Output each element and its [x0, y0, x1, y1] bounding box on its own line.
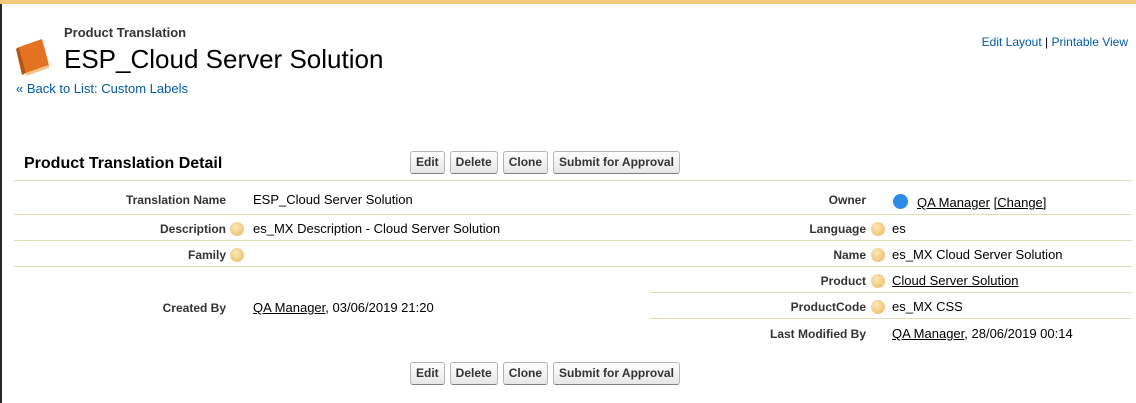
help-icon[interactable]: [871, 300, 885, 314]
submit-for-approval-button[interactable]: Submit for Approval: [553, 151, 680, 174]
help-icon[interactable]: [871, 222, 885, 236]
help-icon[interactable]: [871, 274, 885, 288]
row-divider: [14, 214, 650, 215]
printable-view-link[interactable]: Printable View: [1052, 35, 1129, 49]
section-divider: [14, 180, 1132, 181]
owner-user-link[interactable]: QA Manager: [917, 195, 990, 210]
product-code-label: ProductCode: [790, 300, 866, 314]
language-label: Language: [809, 222, 866, 236]
owner-value: QA Manager [Change]: [917, 195, 1046, 210]
help-icon[interactable]: [871, 248, 885, 262]
delete-button[interactable]: Delete: [449, 362, 498, 385]
created-by-date: , 03/06/2019 21:20: [325, 300, 434, 315]
row-divider: [650, 266, 1132, 267]
last-modified-date: , 28/06/2019 00:14: [964, 326, 1073, 341]
description-value: es_MX Description - Cloud Server Solutio…: [253, 221, 501, 236]
name-value: es_MX Cloud Server Solution: [892, 247, 1063, 262]
edit-button[interactable]: Edit: [410, 151, 445, 174]
last-modified-by-label: Last Modified By: [769, 327, 866, 341]
row-divider: [650, 292, 1132, 293]
row-divider: [650, 214, 1132, 215]
created-by-user-link[interactable]: QA Manager: [253, 300, 325, 315]
top-accent-bar: [0, 0, 1136, 4]
left-border: [0, 4, 2, 403]
translation-name-label: Translation Name: [125, 193, 226, 207]
bottom-button-row: Edit Delete Clone Submit for Approval: [410, 362, 680, 385]
page-title: ESP_Cloud Server Solution: [64, 44, 384, 74]
edit-layout-link[interactable]: Edit Layout: [982, 35, 1042, 49]
user-icon: [893, 194, 908, 209]
family-label: Family: [187, 248, 226, 262]
created-by-label: Created By: [162, 301, 226, 315]
back-to-list-link[interactable]: « Back to List: Custom Labels: [16, 81, 188, 96]
translation-name-value: ESP_Cloud Server Solution: [253, 192, 413, 207]
submit-for-approval-button[interactable]: Submit for Approval: [553, 362, 680, 385]
clone-button[interactable]: Clone: [502, 362, 549, 385]
last-modified-user-link[interactable]: QA Manager: [892, 326, 964, 341]
product-label: Product: [820, 274, 866, 288]
clone-button[interactable]: Clone: [502, 151, 549, 174]
link-separator: |: [1045, 35, 1049, 49]
product-link[interactable]: Cloud Server Solution: [892, 273, 1018, 288]
edit-button[interactable]: Edit: [410, 362, 445, 385]
row-divider: [14, 266, 650, 267]
last-modified-by-value: QA Manager, 28/06/2019 00:14: [892, 326, 1073, 341]
change-owner-link[interactable]: [Change]: [994, 195, 1047, 210]
section-title: Product Translation Detail: [24, 155, 223, 172]
row-divider: [650, 318, 1132, 319]
top-links: Edit Layout | Printable View: [982, 35, 1128, 49]
record-type-label: Product Translation: [64, 25, 187, 40]
row-divider: [650, 240, 1132, 241]
top-button-row: Edit Delete Clone Submit for Approval: [410, 151, 680, 174]
product-value: Cloud Server Solution: [892, 273, 1018, 288]
book-icon: [16, 37, 52, 82]
delete-button[interactable]: Delete: [449, 151, 498, 174]
created-by-value: QA Manager, 03/06/2019 21:20: [253, 300, 434, 315]
description-label: Description: [159, 222, 226, 236]
owner-label: Owner: [828, 193, 866, 207]
product-code-value: es_MX CSS: [892, 299, 963, 314]
help-icon[interactable]: [230, 222, 244, 236]
language-value: es: [892, 221, 906, 236]
row-divider: [14, 240, 650, 241]
name-label: Name: [833, 248, 866, 262]
help-icon[interactable]: [230, 248, 244, 262]
